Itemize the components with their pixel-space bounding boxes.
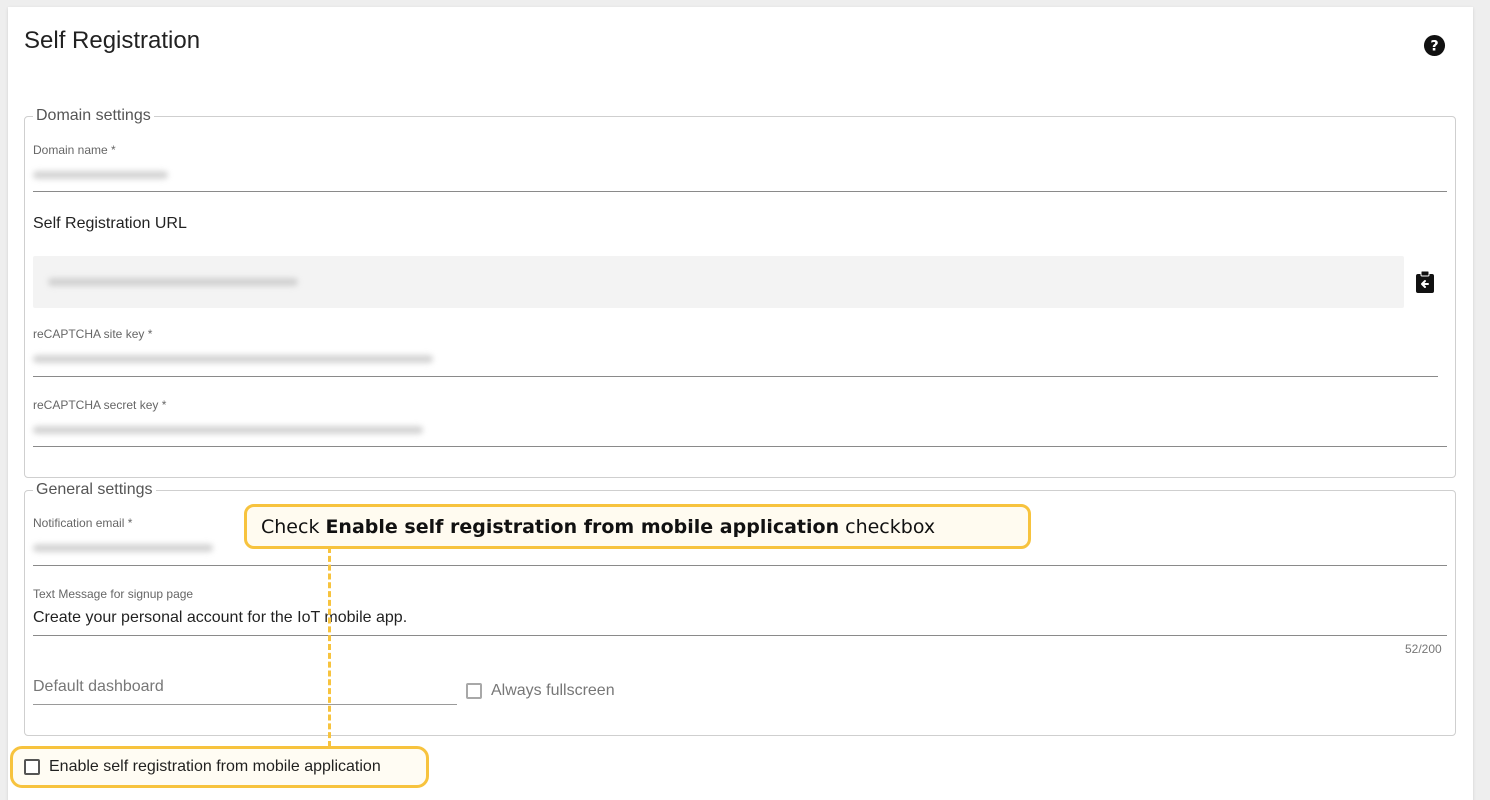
- enable-mobile-registration-label[interactable]: Enable self registration from mobile app…: [49, 758, 381, 776]
- domain-settings-legend: Domain settings: [33, 107, 154, 125]
- notification-email-label: Notification email *: [33, 516, 133, 530]
- domain-name-value-redacted: [33, 171, 168, 179]
- recaptcha-site-key-underline: [33, 376, 1438, 377]
- signup-text-counter: 52/200: [1405, 642, 1442, 656]
- page-title: Self Registration: [24, 27, 201, 54]
- recaptcha-secret-key-value-redacted: [33, 426, 423, 434]
- self-registration-url-box: [33, 256, 1404, 308]
- general-settings-legend: General settings: [33, 481, 156, 499]
- domain-name-underline: [33, 191, 1447, 192]
- recaptcha-site-key-field[interactable]: reCAPTCHA site key *: [33, 327, 1438, 377]
- always-fullscreen-checkbox[interactable]: [466, 683, 482, 699]
- enable-mobile-registration-checkbox[interactable]: [24, 759, 40, 775]
- help-circle-icon[interactable]: ?: [1423, 34, 1446, 57]
- default-dashboard-field[interactable]: Default dashboard: [33, 676, 457, 706]
- signup-text-label: Text Message for signup page: [33, 587, 194, 601]
- self-registration-url-label: Self Registration URL: [33, 215, 187, 232]
- default-dashboard-underline: [33, 704, 457, 705]
- recaptcha-secret-key-underline: [33, 446, 1447, 447]
- clipboard-copy-icon[interactable]: [1414, 270, 1436, 294]
- callout-prefix: Check: [261, 515, 320, 538]
- instruction-callout: Check Enable self registration from mobi…: [244, 504, 1031, 549]
- recaptcha-secret-key-field[interactable]: reCAPTCHA secret key *: [33, 398, 1447, 448]
- svg-text:?: ?: [1430, 38, 1438, 54]
- callout-connector-line: [328, 547, 331, 747]
- domain-name-label: Domain name *: [33, 143, 116, 157]
- signup-text-field[interactable]: Text Message for signup page Create your…: [33, 587, 1447, 637]
- always-fullscreen-label[interactable]: Always fullscreen: [491, 682, 615, 700]
- recaptcha-site-key-label: reCAPTCHA site key *: [33, 327, 153, 341]
- recaptcha-secret-key-label: reCAPTCHA secret key *: [33, 398, 167, 412]
- signup-text-value: Create your personal account for the IoT…: [33, 609, 408, 626]
- callout-bold: Enable self registration from mobile app…: [325, 515, 840, 538]
- callout-suffix: checkbox: [845, 515, 936, 538]
- domain-name-field[interactable]: Domain name *: [33, 143, 1447, 193]
- signup-text-underline: [33, 635, 1447, 636]
- notification-email-value-redacted: [33, 544, 213, 552]
- self-registration-url-value-redacted: [48, 278, 298, 286]
- notification-email-underline: [33, 565, 1447, 566]
- recaptcha-site-key-value-redacted: [33, 355, 433, 363]
- default-dashboard-placeholder: Default dashboard: [33, 678, 164, 695]
